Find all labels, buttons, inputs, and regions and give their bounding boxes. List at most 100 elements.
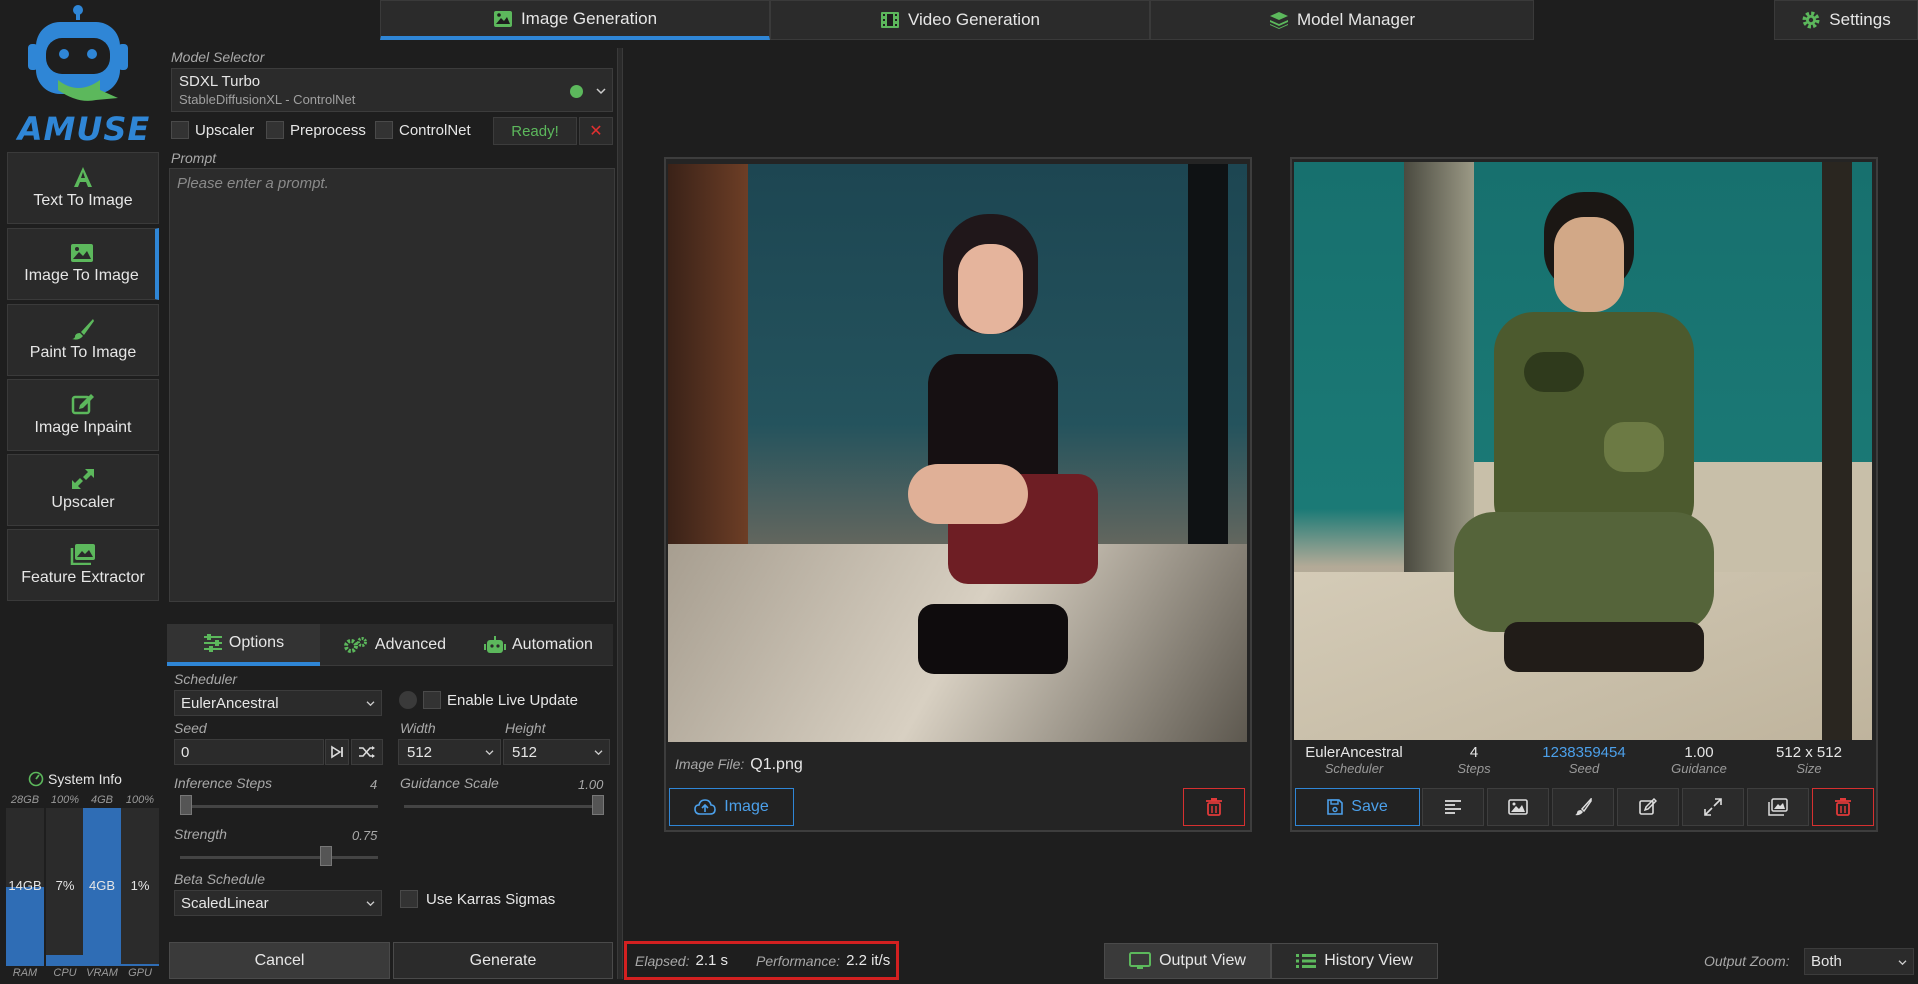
nav-text-to-image[interactable]: Text To Image: [7, 152, 159, 224]
seed-label: Seed: [174, 720, 207, 736]
send-to-image-button[interactable]: [1487, 788, 1549, 826]
performance-value: 2.2 it/s: [846, 952, 891, 969]
send-to-inpaint-button[interactable]: [1617, 788, 1679, 826]
gauge-icon: [28, 771, 44, 787]
floppy-icon: [1327, 799, 1344, 815]
send-to-upscaler-button[interactable]: [1682, 788, 1744, 826]
nav-image-inpaint[interactable]: Image Inpaint: [7, 379, 159, 451]
delete-output-button[interactable]: [1812, 788, 1874, 826]
width-select[interactable]: 512: [398, 739, 501, 765]
tab-automation[interactable]: Automation: [470, 624, 613, 666]
prompt-label: Prompt: [171, 150, 217, 166]
details-button[interactable]: [1422, 788, 1484, 826]
model-selector-dropdown[interactable]: SDXL Turbo StableDiffusionXL - ControlNe…: [171, 68, 613, 112]
history-view-button[interactable]: History View: [1271, 943, 1438, 979]
system-bar-capacity: 4GB: [90, 794, 113, 806]
seed-random-button[interactable]: [351, 739, 383, 765]
trash-icon: [1206, 798, 1222, 816]
generate-button[interactable]: Generate: [393, 942, 613, 979]
system-bar-fill: [46, 954, 84, 966]
nav-feature-extractor[interactable]: Feature Extractor: [7, 529, 159, 601]
letter-a-icon: [74, 167, 92, 187]
images-icon: [70, 544, 95, 565]
delete-input-button[interactable]: [1183, 788, 1245, 826]
nav-label: Image Inpaint: [34, 419, 132, 436]
system-bar-value: 14GB: [8, 878, 42, 893]
tab-options[interactable]: Options: [167, 624, 320, 666]
chevron-down-icon: [366, 701, 375, 707]
strength-track[interactable]: [180, 856, 378, 859]
seed-next-button[interactable]: [325, 739, 349, 765]
system-bar-capacity: 100%: [125, 794, 155, 806]
upscaler-toggle[interactable]: Upscaler: [171, 121, 254, 139]
preprocess-toggle[interactable]: Preprocess: [266, 121, 366, 139]
tab-label: Image Generation: [520, 8, 658, 28]
preprocess-checkbox[interactable]: [266, 121, 284, 139]
send-to-paint-button[interactable]: [1552, 788, 1614, 826]
live-update-checkbox[interactable]: [423, 691, 441, 709]
meta-size: 512 x 512 Size: [1776, 744, 1842, 776]
controlnet-checkbox[interactable]: [375, 121, 393, 139]
tab-label: Video Generation: [907, 10, 1040, 29]
output-zoom-select[interactable]: Both: [1804, 948, 1914, 975]
tab-video-generation[interactable]: Video Generation: [770, 0, 1150, 40]
person-figure: [1434, 192, 1734, 692]
height-select[interactable]: 512: [503, 739, 610, 765]
inference-steps-track[interactable]: [180, 805, 378, 808]
model-selector-label: Model Selector: [171, 49, 265, 65]
nav-paint-to-image[interactable]: Paint To Image: [7, 304, 159, 376]
brush-icon: [72, 319, 94, 340]
guidance-scale-thumb[interactable]: [592, 795, 604, 815]
input-image[interactable]: [668, 164, 1247, 742]
ready-button[interactable]: Ready!: [493, 117, 577, 145]
cancel-button[interactable]: Cancel: [169, 942, 390, 979]
model-pipeline: StableDiffusionXL - ControlNet: [179, 92, 356, 107]
send-to-feature-extractor-button[interactable]: [1747, 788, 1809, 826]
monitor-icon: [1129, 952, 1152, 969]
unload-close-button[interactable]: ✕: [579, 117, 613, 145]
nav-label: Feature Extractor: [21, 569, 145, 586]
guidance-scale-track[interactable]: [404, 805, 604, 808]
strength-thumb[interactable]: [319, 846, 332, 866]
settings-button[interactable]: Settings: [1774, 0, 1918, 40]
output-image[interactable]: [1294, 162, 1872, 740]
scheduler-select[interactable]: EulerAncestral: [174, 690, 382, 716]
live-update-toggle[interactable]: Enable Live Update: [399, 691, 578, 709]
sliders-icon: [203, 634, 222, 652]
model-status-dot: [570, 85, 583, 98]
guidance-scale-value: 1.00: [578, 777, 604, 792]
dark-pole: [1822, 162, 1852, 740]
system-bar-capacity: 100%: [50, 794, 80, 806]
system-bar-gpu: 1%: [121, 808, 159, 966]
live-update-indicator: [399, 691, 417, 709]
prompt-input[interactable]: Please enter a prompt.: [169, 168, 615, 602]
karras-checkbox[interactable]: [400, 890, 418, 908]
nav-upscaler[interactable]: Upscaler: [7, 454, 159, 526]
system-bar-label: RAM: [12, 967, 38, 979]
system-bar-label: GPU: [128, 967, 152, 979]
chevron-down-icon: [1898, 960, 1907, 966]
output-view-button[interactable]: Output View: [1104, 943, 1271, 979]
tab-advanced[interactable]: Advanced: [322, 624, 467, 666]
brush-icon: [1575, 798, 1592, 816]
tab-image-generation[interactable]: Image Generation: [380, 0, 770, 40]
inference-steps-thumb[interactable]: [180, 795, 192, 815]
panel-splitter[interactable]: [617, 48, 623, 979]
door-frame-left: [668, 164, 748, 584]
nav-image-to-image[interactable]: Image To Image: [7, 228, 159, 300]
image-file-label: Image File:: [675, 756, 745, 772]
tab-label: Model Manager: [1296, 10, 1416, 29]
output-metadata: EulerAncestral Scheduler 4 Steps 1238359…: [1294, 742, 1872, 784]
meta-seed[interactable]: 1238359454 Seed: [1524, 744, 1644, 776]
gear-icon: [1802, 11, 1820, 29]
seed-input[interactable]: 0: [174, 739, 324, 765]
beta-schedule-select[interactable]: ScaledLinear: [174, 890, 382, 916]
upscaler-checkbox[interactable]: [171, 121, 189, 139]
karras-toggle[interactable]: Use Karras Sigmas: [400, 890, 555, 908]
save-button[interactable]: Save: [1295, 788, 1420, 826]
upload-image-button[interactable]: Image: [669, 788, 794, 826]
tab-model-manager[interactable]: Model Manager: [1150, 0, 1534, 40]
settings-label: Settings: [1829, 10, 1891, 29]
system-bar-value: 4GB: [88, 878, 115, 893]
controlnet-toggle[interactable]: ControlNet: [375, 121, 471, 139]
